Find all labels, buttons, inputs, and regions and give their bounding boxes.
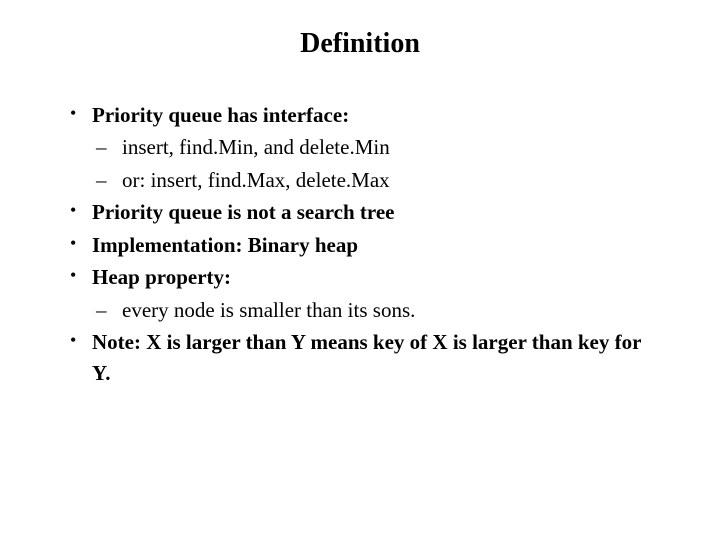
list-item: Priority queue is not a search tree xyxy=(70,197,660,227)
list-item: insert, find.Min, and delete.Min xyxy=(92,132,660,162)
sub-list: every node is smaller than its sons. xyxy=(92,295,660,325)
list-item: Note: X is larger than Y means key of X … xyxy=(70,327,660,388)
item-text: Note: X is larger than Y means key of X … xyxy=(92,330,641,384)
list-item: Implementation: Binary heap xyxy=(70,230,660,260)
item-text: Implementation: Binary heap xyxy=(92,233,358,257)
list-item: Priority queue has interface: insert, fi… xyxy=(70,100,660,195)
slide-content: Priority queue has interface: insert, fi… xyxy=(40,100,680,388)
list-item: Heap property: every node is smaller tha… xyxy=(70,262,660,325)
item-text: Priority queue has interface: xyxy=(92,103,349,127)
sub-list: insert, find.Min, and delete.Min or: ins… xyxy=(92,132,660,195)
list-item: every node is smaller than its sons. xyxy=(92,295,660,325)
bullet-list: Priority queue has interface: insert, fi… xyxy=(70,100,660,388)
list-item: or: insert, find.Max, delete.Max xyxy=(92,165,660,195)
item-text: Heap property: xyxy=(92,265,231,289)
slide-title: Definition xyxy=(40,28,680,60)
item-text: Priority queue is not a search tree xyxy=(92,200,395,224)
